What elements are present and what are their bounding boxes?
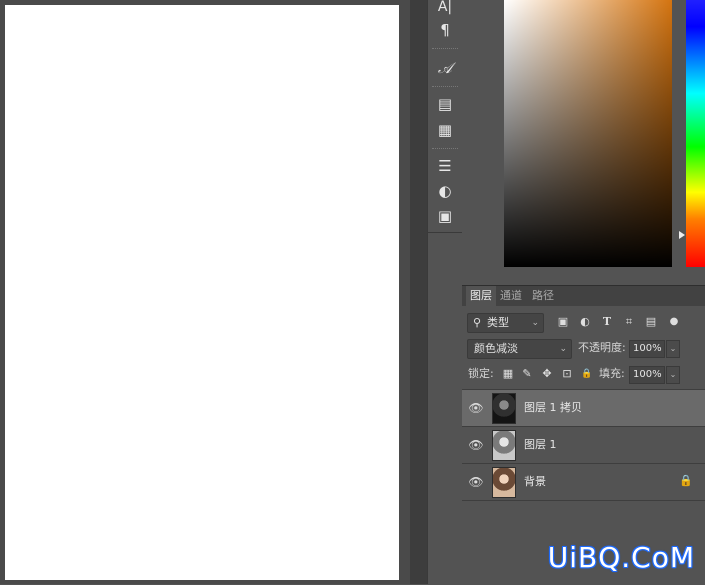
layer-thumbnail (492, 393, 516, 424)
lock-artboard-icon[interactable]: ⊡ (559, 365, 575, 383)
blend-row: 颜色减淡 ⌄ 不透明度: 100% ⌄ (462, 339, 705, 359)
lock-all-icon[interactable]: 🔒 (579, 365, 595, 383)
type-filter-icon[interactable]: T (598, 313, 616, 331)
hue-slider-marker[interactable] (679, 231, 685, 239)
watermark-logo: UiBQ.CoM (547, 541, 695, 574)
shape-filter-icon[interactable]: ⌗ (620, 313, 638, 331)
chevron-down-icon: ⌄ (531, 318, 539, 328)
lock-icon: 🔒 (679, 474, 693, 487)
canvas-area (0, 0, 410, 584)
layer-name: 图层 1 (524, 438, 557, 451)
color-picker-field[interactable] (504, 0, 672, 267)
swatches-icon[interactable]: ▣ (428, 205, 462, 227)
fill-label: 填充: (599, 367, 625, 380)
layer-name: 图层 1 拷贝 (524, 401, 582, 414)
layer-filter-row: ⚲ 类型 ⌄ ▣ ◐ T ⌗ ▤ ● (462, 313, 705, 333)
tool-separator (432, 48, 458, 50)
document-canvas[interactable] (5, 5, 399, 580)
layer-filter-label: 类型 (487, 316, 509, 329)
filter-toggle-icon[interactable]: ● (665, 313, 683, 331)
paragraph-icon[interactable]: ¶ (428, 19, 462, 41)
layer-thumbnail (492, 430, 516, 461)
lock-transparent-icon[interactable]: ▦ (500, 365, 516, 383)
layer-name: 背景 (524, 475, 546, 488)
opacity-label: 不透明度: (578, 341, 626, 354)
paragraph-styles-icon[interactable]: ▦ (428, 119, 462, 141)
character-icon[interactable]: A| (428, 0, 462, 18)
strip-divider (428, 232, 462, 233)
tab-paths[interactable]: 路径 (532, 286, 554, 306)
layer-row[interactable]: 👁 图层 1 (462, 426, 705, 463)
search-icon: ⚲ (473, 316, 482, 329)
tool-separator (432, 86, 458, 88)
smart-object-filter-icon[interactable]: ▤ (642, 313, 660, 331)
panel-gutter (410, 0, 427, 584)
hue-slider[interactable] (686, 0, 705, 267)
lock-image-icon[interactable]: ✎ (519, 365, 535, 383)
tool-separator (432, 148, 458, 150)
eye-icon[interactable]: 👁 (468, 474, 484, 490)
pixel-filter-icon[interactable]: ▣ (554, 313, 572, 331)
layers-panel-tabs: 图层 通道 路径 (462, 286, 705, 306)
character-styles-icon[interactable]: ▤ (428, 93, 462, 115)
lock-label: 锁定: (468, 367, 494, 380)
collapsed-panel-strip: A| ¶ 𝒜 ▤ ▦ ☰ ◐ ▣ (427, 0, 463, 584)
layer-filter-select[interactable]: ⚲ 类型 ⌄ (467, 313, 544, 333)
tab-layers[interactable]: 图层 (466, 286, 496, 306)
lock-position-icon[interactable]: ✥ (539, 365, 555, 383)
chevron-down-icon: ⌄ (559, 344, 567, 354)
opacity-input[interactable]: 100% (629, 340, 665, 358)
adjustments-icon[interactable]: ☰ (428, 155, 462, 177)
blend-mode-select[interactable]: 颜色减淡 ⌄ (467, 339, 572, 359)
fill-dropdown-icon[interactable]: ⌄ (666, 366, 680, 384)
layer-row[interactable]: 👁 背景 🔒 (462, 463, 705, 501)
styles-icon[interactable]: ◐ (428, 180, 462, 202)
layer-row[interactable]: 👁 图层 1 拷贝 (462, 389, 705, 426)
opacity-dropdown-icon[interactable]: ⌄ (666, 340, 680, 358)
eye-icon[interactable]: 👁 (468, 400, 484, 416)
layers-panel: 图层 通道 路径 ⚲ 类型 ⌄ ▣ ◐ T ⌗ ▤ ● 颜色减淡 ⌄ 不透明度:… (462, 285, 705, 585)
eye-icon[interactable]: 👁 (468, 437, 484, 453)
tab-channels[interactable]: 通道 (500, 286, 522, 306)
adjustment-filter-icon[interactable]: ◐ (576, 313, 594, 331)
blend-mode-value: 颜色减淡 (474, 342, 518, 355)
fill-input[interactable]: 100% (629, 366, 665, 384)
glyphs-icon[interactable]: 𝒜 (428, 57, 462, 79)
layer-thumbnail (492, 467, 516, 498)
lock-row: 锁定: ▦ ✎ ✥ ⊡ 🔒 填充: 100% ⌄ (462, 365, 705, 385)
